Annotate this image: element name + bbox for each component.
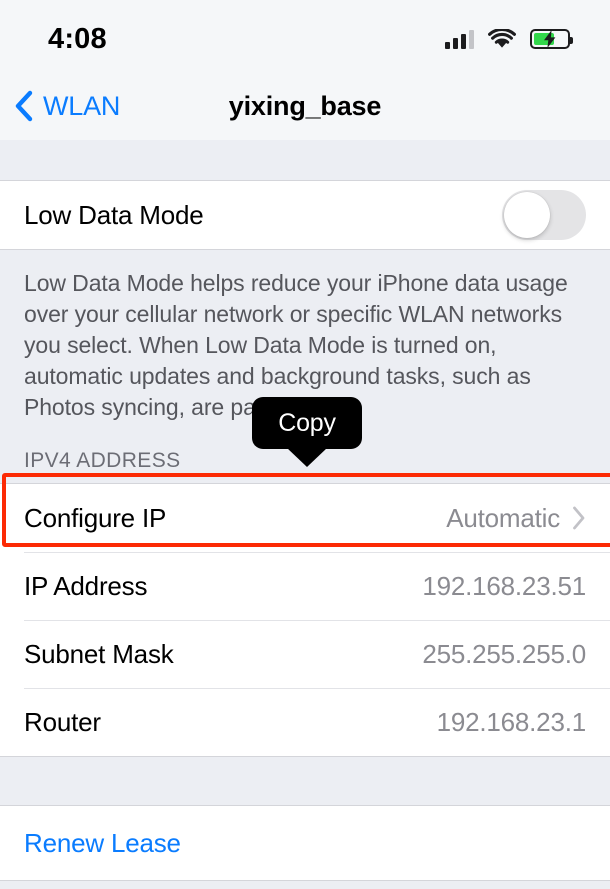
status-time: 4:08 — [48, 22, 107, 55]
configure-ip-label: Configure IP — [24, 502, 167, 533]
subnet-mask-label: Subnet Mask — [24, 638, 174, 669]
copy-tooltip-label: Copy — [278, 408, 336, 437]
toggle-knob — [504, 192, 550, 238]
copy-tooltip[interactable]: Copy — [252, 397, 362, 449]
row-configure-ip[interactable]: Configure IP Automatic — [0, 484, 610, 552]
spacer-above-renew-lease — [0, 757, 610, 805]
ip-address-label: IP Address — [24, 570, 148, 601]
chevron-left-icon — [15, 90, 33, 122]
row-subnet-mask[interactable]: Subnet Mask 255.255.255.0 — [0, 620, 610, 688]
subnet-mask-value-group: 255.255.255.0 — [422, 639, 586, 670]
low-data-mode-label: Low Data Mode — [24, 199, 204, 230]
status-bar: 4:08 — [0, 0, 610, 72]
router-label: Router — [24, 706, 101, 737]
cellular-signal-icon — [445, 29, 474, 49]
status-icon-group — [445, 23, 573, 50]
spacer-above-low-data — [0, 140, 610, 180]
ip-address-value-group: 192.168.23.51 — [422, 571, 586, 602]
iphone-wlan-detail-screen: 4:08 WLAN yixing_base Low Data Mode Low … — [0, 0, 610, 889]
router-value: 192.168.23.1 — [436, 706, 587, 737]
row-renew-lease[interactable]: Renew Lease — [0, 806, 610, 880]
configure-ip-value: Automatic — [446, 502, 560, 533]
ipv4-card: Configure IP Automatic IP Address 192.16… — [0, 483, 610, 757]
renew-lease-card: Renew Lease — [0, 805, 610, 881]
router-value-group: 192.168.23.1 — [436, 706, 587, 738]
spacer-above-ipv6 — [0, 881, 610, 889]
wifi-icon — [488, 28, 516, 50]
low-data-mode-toggle[interactable] — [502, 190, 586, 240]
row-router[interactable]: Router 192.168.23.1 — [0, 688, 610, 756]
low-data-mode-card: Low Data Mode — [0, 180, 610, 250]
back-button-label: WLAN — [43, 90, 121, 121]
configure-ip-value-group: Automatic — [446, 503, 586, 534]
battery-charging-icon — [530, 29, 573, 49]
ip-address-value: 192.168.23.51 — [422, 570, 586, 601]
navigation-bar: WLAN yixing_base — [0, 72, 610, 140]
chevron-right-icon — [573, 506, 585, 530]
row-low-data-mode[interactable]: Low Data Mode — [0, 181, 610, 249]
back-button[interactable]: WLAN — [0, 90, 120, 122]
renew-lease-label: Renew Lease — [24, 827, 181, 858]
row-ip-address[interactable]: IP Address 192.168.23.51 — [0, 552, 610, 620]
subnet-mask-value: 255.255.255.0 — [422, 638, 586, 669]
